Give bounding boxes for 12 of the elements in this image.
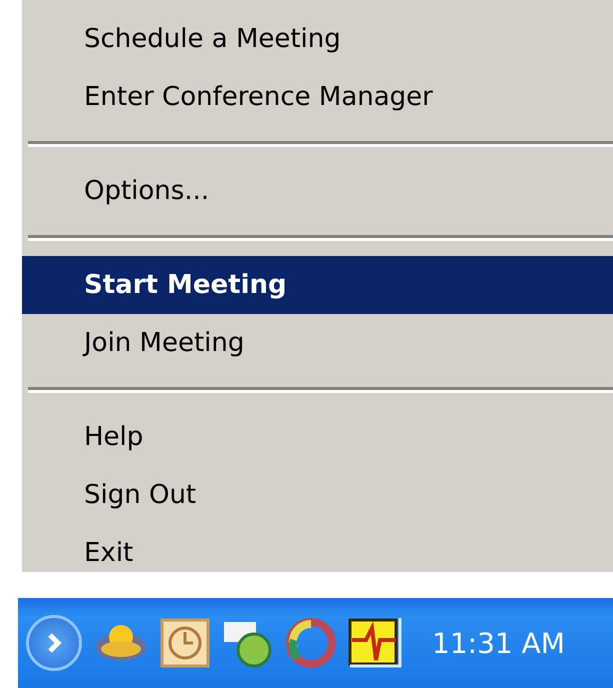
menu-item[interactable]: Schedule a Meeting (22, 10, 613, 68)
menu-item[interactable]: Enter Conference Manager (22, 68, 613, 126)
clock-time[interactable]: 11:31 AM (432, 626, 565, 660)
swirl-icon[interactable] (286, 618, 336, 668)
menu-item[interactable]: Help (22, 408, 613, 466)
menu-item[interactable]: Options... (22, 162, 613, 220)
pulse-monitor-icon[interactable] (348, 618, 402, 668)
menu-item[interactable]: Exit (22, 524, 613, 582)
menu-item[interactable]: Sign Out (22, 466, 613, 524)
clock-icon[interactable] (160, 618, 210, 668)
menu-item[interactable]: Join Meeting (22, 314, 613, 372)
menu-item[interactable]: Start Meeting (22, 256, 613, 314)
